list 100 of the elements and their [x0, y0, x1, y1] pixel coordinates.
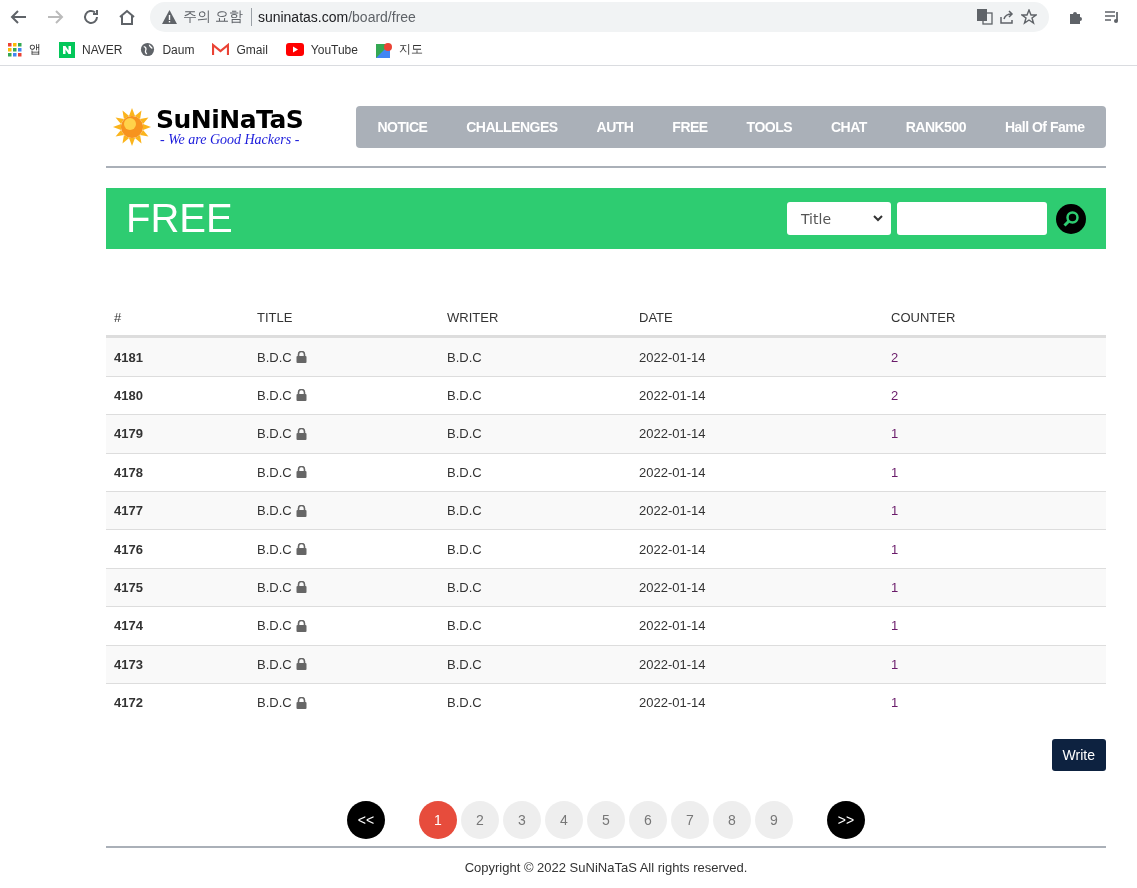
- table-cell-text: B.D.C: [447, 656, 483, 672]
- table-cell-text: B.D.C: [447, 541, 483, 557]
- table-cell-text: 2022-01-14: [639, 579, 707, 595]
- board-title: FREE: [126, 196, 234, 241]
- page-button[interactable]: 1: [419, 801, 457, 840]
- page-button[interactable]: 8: [713, 801, 751, 840]
- post-title[interactable]: B.D.C: [257, 464, 292, 480]
- table-cell-text: 1: [891, 426, 900, 442]
- share-icon[interactable]: [999, 9, 1015, 25]
- url-text: suninatas.com/board/free: [257, 9, 417, 25]
- next-page-button[interactable]: >>: [827, 801, 865, 840]
- table-cell-text: 2022-01-14: [639, 349, 707, 365]
- address-bar[interactable]: 주의 요함 suninatas.com/board/free: [150, 2, 1049, 32]
- n-logo-icon: [59, 41, 75, 58]
- page-button[interactable]: 5: [587, 801, 625, 840]
- table-row[interactable]: 4175 B.D.C B.D.C 2022-01-14 1: [106, 567, 1106, 607]
- table-cell-text: 4176: [114, 541, 144, 557]
- table-cell-text: 4179: [114, 426, 144, 442]
- table-cell-text: 2: [891, 349, 900, 365]
- bookmark-item[interactable]: NAVER: [59, 41, 123, 58]
- page-button[interactable]: 2: [461, 801, 499, 840]
- table-cell-text: 4175: [114, 579, 144, 595]
- play-icon: [285, 43, 304, 56]
- m-envelope-icon: [212, 43, 230, 56]
- table-row[interactable]: 4179 B.D.C B.D.C 2022-01-14 1: [106, 414, 1106, 453]
- page-button[interactable]: 3: [503, 801, 541, 840]
- table-cell-text: 1: [891, 618, 900, 634]
- table-cell-text: 2022-01-14: [639, 656, 707, 672]
- table-cell-text: B.D.C: [447, 618, 483, 634]
- table-cell-text: 4181: [114, 349, 144, 365]
- table-cell-text: 1: [891, 503, 900, 519]
- table-cell-text: B.D.C: [447, 464, 483, 480]
- page-button[interactable]: 6: [629, 801, 667, 840]
- post-title[interactable]: B.D.C: [257, 503, 292, 519]
- search-icon: [1062, 209, 1080, 228]
- column-header: WRITER: [447, 309, 500, 325]
- table-cell-text: B.D.C: [447, 349, 483, 365]
- search-button[interactable]: [1056, 203, 1086, 234]
- sun-logo-icon: [112, 107, 152, 147]
- table-cell-text: 1: [891, 656, 900, 672]
- table-row[interactable]: 4181 B.D.C B.D.C 2022-01-14 2: [106, 337, 1106, 376]
- table-cell-text: B.D.C: [447, 695, 483, 711]
- table-cell-text: 4180: [114, 387, 144, 403]
- table-cell-text: 1: [891, 579, 900, 595]
- column-header: COUNTER: [891, 309, 957, 325]
- table-cell-text: 2022-01-14: [639, 426, 707, 442]
- table-cell-text: B.D.C: [447, 387, 483, 403]
- bookmark-item[interactable]: Daum: [140, 42, 195, 57]
- table-cell-text: 1: [891, 464, 900, 480]
- table-cell-text: 2022-01-14: [639, 695, 707, 711]
- chevron-down-icon: [873, 215, 883, 222]
- globe-icon: [140, 42, 156, 57]
- post-title[interactable]: B.D.C: [257, 618, 292, 634]
- post-title[interactable]: B.D.C: [257, 579, 292, 595]
- column-header: #: [114, 309, 123, 325]
- logo-tagline: - We are Good Hackers -: [160, 131, 300, 148]
- table-cell-text: 1: [891, 695, 900, 711]
- post-title[interactable]: B.D.C: [257, 349, 292, 365]
- table-cell-text: 4178: [114, 464, 144, 480]
- table-row[interactable]: 4173 B.D.C B.D.C 2022-01-14 1: [106, 644, 1106, 683]
- table-cell-text: 2: [891, 387, 900, 403]
- map-pin-icon: [375, 41, 392, 58]
- table-cell-text: 4174: [114, 618, 144, 634]
- table-cell-text: B.D.C: [447, 579, 483, 595]
- table-cell-text: 4177: [114, 503, 144, 519]
- table-cell-text: 2022-01-14: [639, 541, 707, 557]
- table-cell-text: 4172: [114, 695, 144, 711]
- page-button[interactable]: 4: [545, 801, 583, 840]
- post-title[interactable]: B.D.C: [257, 426, 292, 442]
- table-cell-text: 2022-01-14: [639, 503, 707, 519]
- table-cell-text: 2022-01-14: [639, 464, 707, 480]
- table-cell-text: 2022-01-14: [639, 618, 707, 634]
- post-title[interactable]: B.D.C: [257, 695, 292, 711]
- apps-grid-icon: [8, 42, 22, 57]
- site-logo-text: SuNiNaTaS: [156, 106, 304, 132]
- page-button[interactable]: 7: [671, 801, 709, 840]
- star-icon[interactable]: [1021, 9, 1037, 25]
- table-row[interactable]: 4177 B.D.C B.D.C 2022-01-14 1: [106, 490, 1106, 530]
- previous-page-button[interactable]: <<: [347, 801, 385, 840]
- table-cell-text: 2022-01-14: [639, 387, 707, 403]
- table-cell-text: B.D.C: [447, 503, 483, 519]
- column-header: TITLE: [257, 309, 294, 325]
- bookmark-item[interactable]: Gmail: [212, 42, 268, 57]
- bookmark-item[interactable]: 지도: [375, 41, 423, 58]
- bookmark-item[interactable]: YouTube: [285, 42, 358, 57]
- search-type-select[interactable]: Title: [787, 202, 891, 235]
- bookmark-item[interactable]: 앱: [8, 41, 41, 58]
- table-cell-text: 4173: [114, 656, 144, 672]
- table-cell-text: B.D.C: [447, 426, 483, 442]
- write-button[interactable]: Write: [1051, 739, 1106, 772]
- copyright-text: Copyright © 2022 SuNiNaTaS All rights reserved.: [464, 860, 748, 876]
- table-cell-text: 1: [891, 541, 900, 557]
- post-title[interactable]: B.D.C: [257, 387, 292, 403]
- page-button[interactable]: 9: [755, 801, 793, 840]
- column-header: DATE: [639, 309, 674, 325]
- security-label: 주의 요함: [183, 8, 252, 26]
- search-field[interactable]: [897, 202, 1047, 235]
- post-title[interactable]: B.D.C: [257, 656, 292, 672]
- warning-icon: [162, 10, 177, 24]
- post-title[interactable]: B.D.C: [257, 541, 292, 557]
